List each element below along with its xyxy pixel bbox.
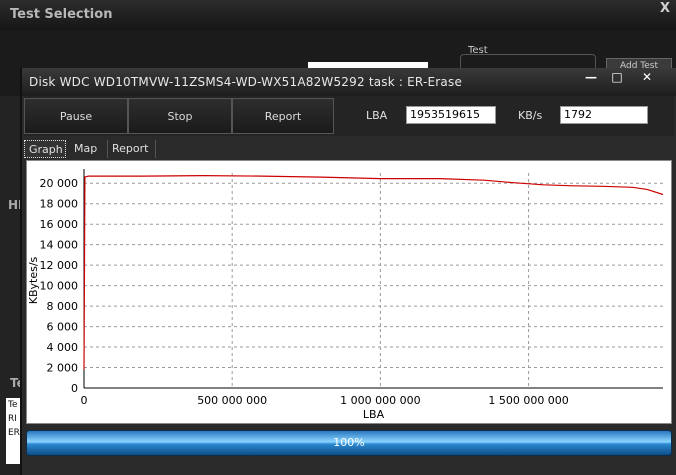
background-window-title: Test Selection xyxy=(10,7,113,22)
pause-button[interactable]: Pause xyxy=(24,98,128,134)
kbs-label: KB/s xyxy=(518,109,543,122)
progress-bar: 100% xyxy=(26,430,672,456)
dialog-titlebar[interactable]: Disk WDC WD10TMVW-11ZSMS4-WD-WX51A82W529… xyxy=(22,68,676,96)
x-tick-label: 1 500 000 000 xyxy=(488,394,568,407)
y-tick-label: 2 000 xyxy=(47,362,79,375)
x-tick-label: 1 000 000 000 xyxy=(340,394,420,407)
tab-map[interactable]: Map xyxy=(70,140,108,158)
y-tick-label: 8 000 xyxy=(47,300,79,313)
x-axis-label: LBA xyxy=(363,408,385,421)
y-tick-label: 0 xyxy=(71,382,78,395)
disk-task-dialog: Disk WDC WD10TMVW-11ZSMS4-WD-WX51A82W529… xyxy=(22,68,676,475)
toolbar: Pause Stop Report LBA 1953519615 KB/s 17… xyxy=(24,96,674,136)
stop-button[interactable]: Stop xyxy=(128,98,232,134)
lba-label: LBA xyxy=(366,109,388,122)
background-window-titlebar: Test Selection X xyxy=(0,0,676,30)
y-tick-label: 4 000 xyxy=(47,341,79,354)
kbs-field[interactable]: 1792 xyxy=(560,106,648,124)
tab-graph[interactable]: Graph xyxy=(24,140,66,158)
report-button[interactable]: Report xyxy=(232,98,334,134)
y-tick-label: 20 000 xyxy=(40,177,79,190)
y-tick-label: 6 000 xyxy=(47,321,79,334)
throughput-series-line xyxy=(83,174,664,370)
lba-field[interactable]: 1953519615 xyxy=(406,106,496,124)
minimize-icon[interactable]: — xyxy=(580,70,602,84)
y-tick-label: 10 000 xyxy=(40,280,79,293)
throughput-graph: 0 2 000 4 000 6 000 8 000 10 000 12 000 14 000 1… xyxy=(26,160,672,424)
close-icon[interactable]: ✕ xyxy=(636,70,658,84)
y-axis-label: KBytes/s xyxy=(27,256,40,304)
maximize-icon[interactable]: □ xyxy=(606,70,628,84)
dialog-title: Disk WDC WD10TMVW-11ZSMS4-WD-WX51A82W529… xyxy=(29,75,463,89)
y-tick-label: 12 000 xyxy=(40,259,79,272)
progress-label: 100% xyxy=(333,436,365,449)
x-tick-label: 0 xyxy=(81,394,88,407)
x-tick-label: 500 000 000 xyxy=(197,394,267,407)
throughput-chart-svg: 0 2 000 4 000 6 000 8 000 10 000 12 000 14 000 1… xyxy=(27,169,664,421)
tab-report[interactable]: Report xyxy=(108,140,156,158)
background-close-icon[interactable]: X xyxy=(660,1,670,16)
y-tick-label: 14 000 xyxy=(40,239,79,252)
y-tick-label: 16 000 xyxy=(40,218,79,231)
y-tick-label: 18 000 xyxy=(40,198,79,211)
